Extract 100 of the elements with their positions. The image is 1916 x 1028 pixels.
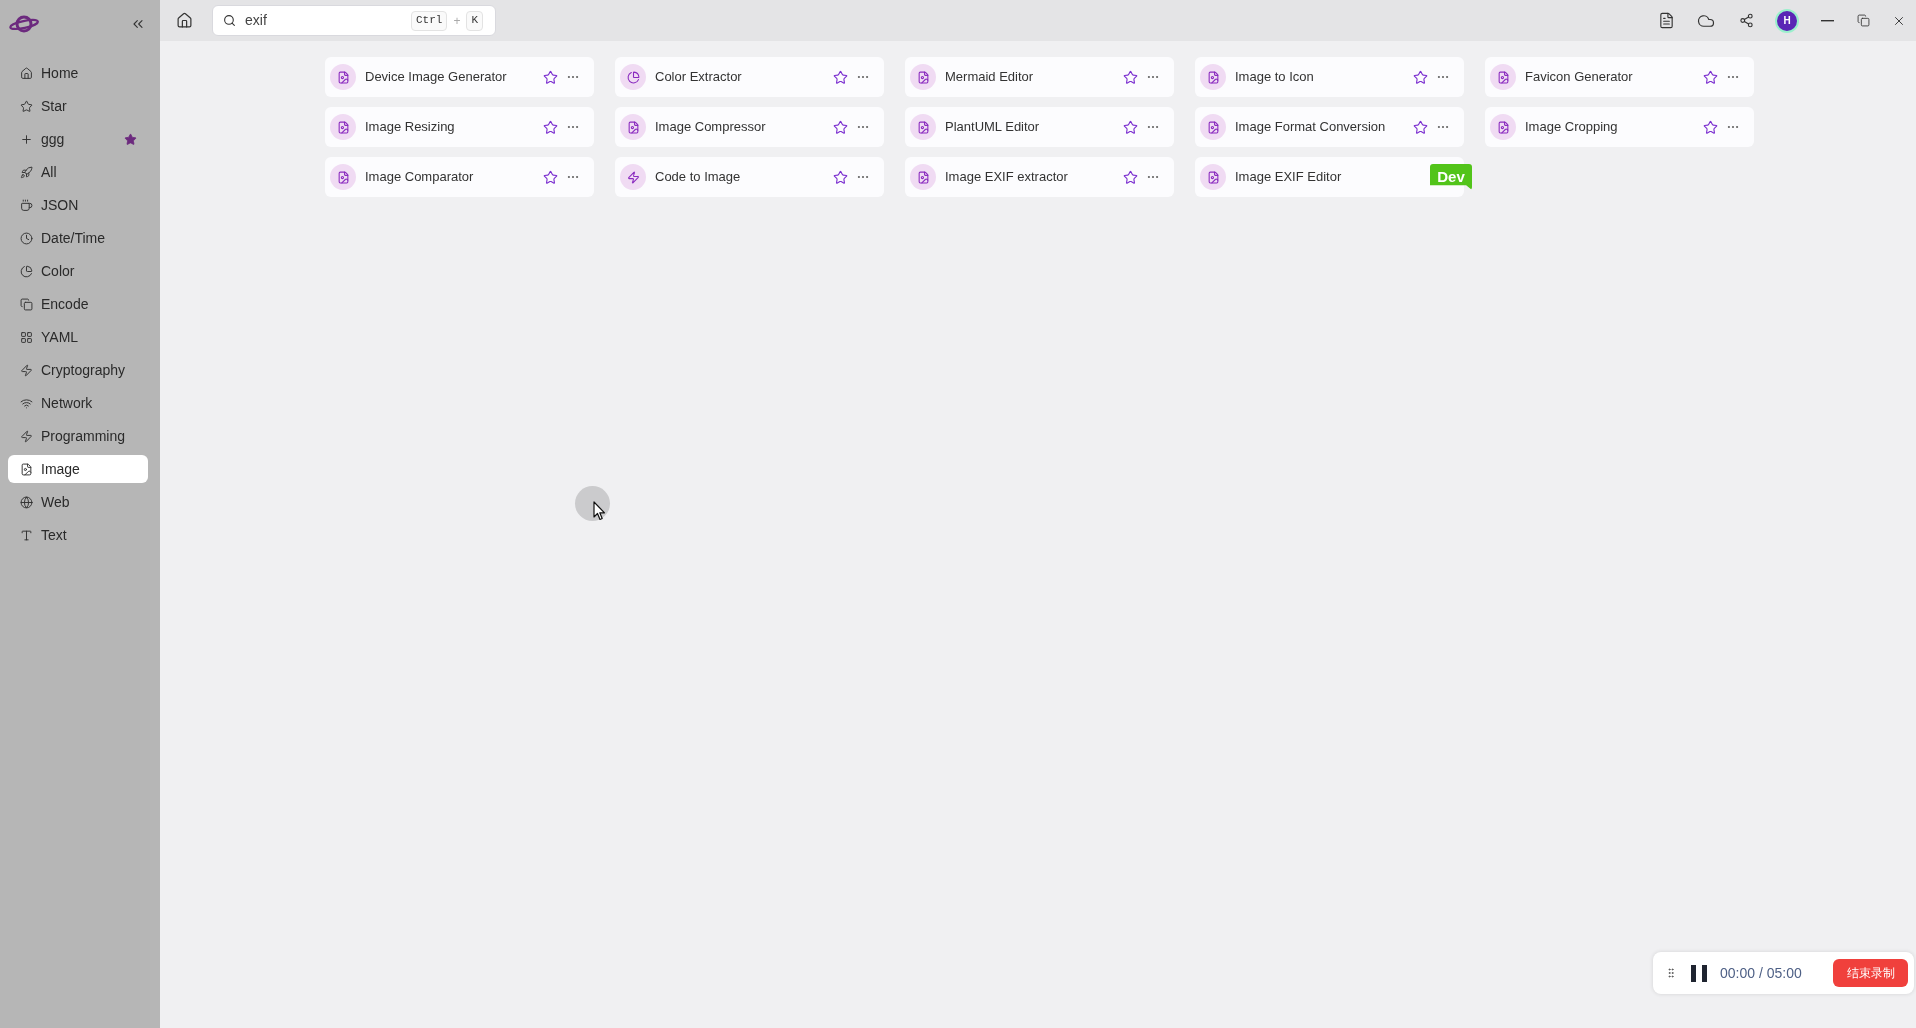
favorite-button[interactable] (1413, 69, 1428, 85)
document-button[interactable] (1657, 11, 1675, 30)
drag-handle-icon[interactable] (1665, 965, 1677, 981)
sidebar-item[interactable]: Encode (8, 290, 148, 318)
sidebar-item[interactable]: Network (8, 389, 148, 417)
tool-name: Code to Image (655, 168, 741, 187)
search-icon (223, 14, 236, 27)
dev-badge: Dev (1430, 164, 1472, 190)
search-box[interactable]: exif Ctrl + K (212, 5, 496, 36)
favorite-button[interactable] (543, 119, 558, 135)
sidebar-item[interactable]: Web (8, 488, 148, 516)
grid-icon (20, 330, 33, 344)
tool-card[interactable]: Mermaid Editor (905, 57, 1174, 97)
favorite-button[interactable] (1123, 119, 1138, 135)
tool-card[interactable]: PlantUML Editor (905, 107, 1174, 147)
favorite-button[interactable] (833, 69, 848, 85)
pause-button[interactable] (1691, 964, 1708, 982)
shortcut-key: Ctrl (410, 10, 448, 31)
tool-card[interactable]: Image Comparator (325, 157, 594, 197)
image-file-icon (1200, 114, 1226, 140)
tool-name: Image EXIF Editor (1235, 168, 1342, 187)
sidebar-item[interactable]: Cryptography (8, 356, 148, 384)
pie-chart-icon (620, 64, 646, 90)
tool-name: Image Compressor (655, 118, 766, 137)
favorite-button[interactable] (833, 169, 848, 185)
pause-icon (1691, 964, 1708, 982)
tool-name: Device Image Generator (365, 68, 507, 87)
tool-card[interactable]: Device Image Generator (325, 57, 594, 97)
star-icon (1123, 169, 1138, 185)
favorite-button[interactable] (1123, 69, 1138, 85)
tool-name: PlantUML Editor (945, 118, 1040, 137)
sidebar-item[interactable]: Date/Time (8, 224, 148, 252)
clock-icon (20, 231, 33, 245)
tool-name: Image Cropping (1525, 118, 1618, 137)
tool-card[interactable]: Image Cropping (1485, 107, 1754, 147)
mouse-cursor-icon (593, 501, 606, 521)
star-icon (833, 169, 848, 185)
star-icon (543, 119, 558, 135)
text-icon (20, 528, 33, 542)
image-file-icon (330, 164, 356, 190)
star-icon (543, 169, 558, 185)
restore-button[interactable] (1856, 13, 1870, 28)
image-file-icon (910, 64, 936, 90)
rocket-icon (20, 165, 33, 179)
sidebar-item[interactable]: JSON (8, 191, 148, 219)
star-icon (1703, 69, 1718, 85)
image-file-icon (330, 114, 356, 140)
sidebar-item[interactable]: Text (8, 521, 148, 549)
key-separator: + (453, 12, 461, 30)
favorite-button[interactable] (543, 69, 558, 85)
sidebar-item[interactable]: Color (8, 257, 148, 285)
squares-icon (20, 297, 33, 311)
tool-name: Image EXIF extractor (945, 168, 1068, 187)
sidebar-item[interactable]: ggg (8, 125, 148, 153)
tool-name: Image Comparator (365, 168, 474, 187)
tool-name: Image to Icon (1235, 68, 1314, 87)
sidebar-item[interactable]: Programming (8, 422, 148, 450)
star-icon (1703, 119, 1718, 135)
sidebar-item[interactable]: Star (8, 92, 148, 120)
star-icon (20, 99, 33, 113)
recording-timer: 00:00 / 05:00 (1720, 963, 1802, 983)
sidebar-item[interactable]: Image (8, 455, 148, 483)
image-file-icon (1490, 114, 1516, 140)
favorite-button[interactable] (833, 119, 848, 135)
favorite-button[interactable] (1703, 69, 1718, 85)
cup-icon (20, 198, 33, 212)
sidebar-item[interactable]: Home (8, 59, 148, 87)
pie-chart-icon (20, 264, 33, 278)
star-icon (833, 119, 848, 135)
stop-recording-button[interactable]: 结束录制 (1833, 959, 1908, 987)
star-icon (1123, 69, 1138, 85)
favorite-button[interactable] (1123, 169, 1138, 185)
favorite-button[interactable] (543, 169, 558, 185)
share-button[interactable] (1737, 11, 1755, 30)
restore-icon (1856, 14, 1870, 27)
share-icon (1738, 13, 1754, 28)
tool-card[interactable]: Image Format Conversion (1195, 107, 1464, 147)
image-file-icon (1200, 64, 1226, 90)
tool-card[interactable]: Favicon Generator (1485, 57, 1754, 97)
favorite-button[interactable] (1413, 119, 1428, 135)
tool-card[interactable]: Image to Icon (1195, 57, 1464, 97)
sidebar-item[interactable]: YAML (8, 323, 148, 351)
sidebar-item[interactable]: All (8, 158, 148, 186)
tool-card[interactable]: Image EXIF extractor (905, 157, 1174, 197)
tool-card[interactable]: Image Resizing (325, 107, 594, 147)
tool-card[interactable]: Code to Image (615, 157, 884, 197)
user-avatar[interactable]: H (1775, 8, 1799, 33)
search-input[interactable]: exif (245, 10, 411, 31)
image-file-icon (1490, 64, 1516, 90)
tool-name: Color Extractor (655, 68, 742, 87)
star-icon (1123, 119, 1138, 135)
home-button[interactable] (174, 10, 194, 31)
image-file-icon (1200, 164, 1226, 190)
tool-name: Mermaid Editor (945, 68, 1034, 87)
document-icon (1657, 12, 1675, 29)
favorite-button[interactable] (1703, 119, 1718, 135)
star-icon (833, 69, 848, 85)
star-icon (543, 69, 558, 85)
tool-card[interactable]: Image Compressor (615, 107, 884, 147)
tool-card[interactable]: Color Extractor (615, 57, 884, 97)
